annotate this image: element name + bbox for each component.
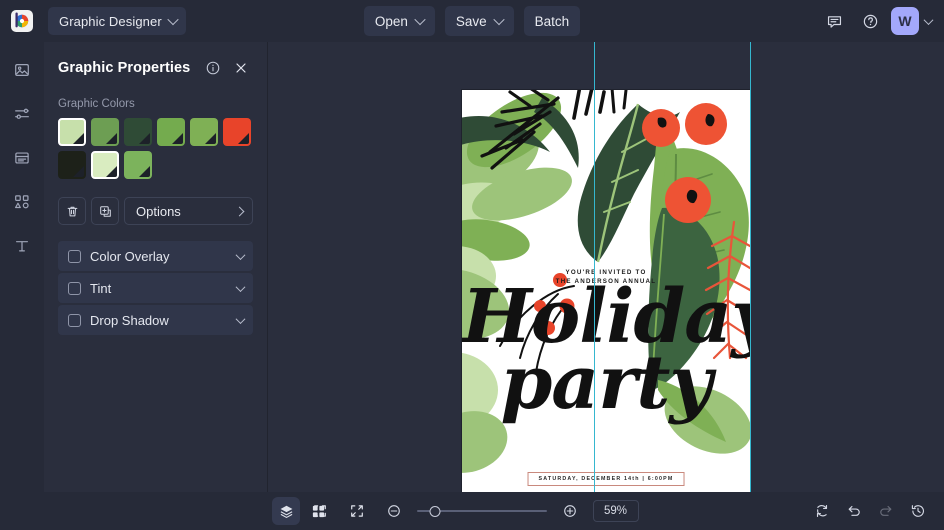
canvas-viewport[interactable]: YOU'RE INVITED TO THE ANDERSON ANNUAL Ho… <box>268 42 944 492</box>
trash-icon[interactable] <box>58 197 86 225</box>
graphic-colors-label: Graphic Colors <box>58 98 135 110</box>
color-swatch[interactable] <box>58 151 86 179</box>
sidebar-item-layout[interactable] <box>6 142 38 174</box>
tool-rail <box>0 42 44 492</box>
color-swatch[interactable] <box>124 151 152 179</box>
bottom-toolbar: 59% <box>0 492 944 530</box>
effect-tint[interactable]: Tint <box>58 273 253 303</box>
sidebar-item-text[interactable] <box>6 230 38 262</box>
panel-header: Graphic Properties <box>58 42 253 84</box>
top-toolbar-right: W <box>819 6 944 36</box>
save-button[interactable]: Save <box>444 6 514 36</box>
sidebar-item-adjustments[interactable] <box>6 98 38 130</box>
swatch-corner-icon <box>205 133 216 144</box>
history-icon[interactable] <box>904 497 932 525</box>
app-switcher-label: Graphic Designer <box>59 13 162 29</box>
color-wheel-logo-icon <box>11 10 33 32</box>
page-title: Graphic Properties <box>58 60 191 76</box>
canvas-guide-vertical <box>594 42 595 492</box>
zoom-level-value: 59% <box>603 505 628 517</box>
chevron-down-icon <box>235 313 246 324</box>
swatch-corner-icon <box>73 133 84 144</box>
swatch-corner-icon <box>106 166 117 177</box>
open-button-label: Open <box>374 13 408 29</box>
contract-icon[interactable] <box>343 497 371 525</box>
graphic-properties-panel: Graphic Properties Graphic Colors Option… <box>44 42 268 492</box>
chevron-down-icon <box>414 13 426 26</box>
chevron-down-icon <box>167 13 179 26</box>
history-controls <box>808 497 944 525</box>
effect-checkbox[interactable] <box>68 249 81 263</box>
main-body: Graphic Properties Graphic Colors Option… <box>0 42 944 492</box>
avatar-initial: W <box>898 13 912 29</box>
batch-button-label: Batch <box>534 13 570 29</box>
color-swatch[interactable] <box>190 118 218 146</box>
app-switcher[interactable]: Graphic Designer <box>48 7 186 35</box>
options-button-label: Options <box>136 203 181 219</box>
zoom-slider[interactable] <box>416 504 547 518</box>
chevron-down-icon <box>492 13 505 26</box>
effect-label: Drop Shadow <box>90 312 169 328</box>
canvas-guide-vertical <box>750 42 751 492</box>
event-date-box: SATURDAY, DECEMBER 14th | 6:00PM <box>527 472 685 486</box>
effect-label: Tint <box>90 280 112 296</box>
chevron-right-icon <box>234 206 245 216</box>
color-swatch[interactable] <box>223 118 251 146</box>
zoom-out-icon[interactable] <box>380 497 408 525</box>
swatch-corner-icon <box>238 133 249 144</box>
batch-button[interactable]: Batch <box>523 6 581 36</box>
panel-header-actions <box>201 56 253 80</box>
swatch-corner-icon <box>106 133 117 144</box>
chevron-down-icon <box>235 249 246 260</box>
redo-icon[interactable] <box>872 497 900 525</box>
account-chevron-down-icon[interactable] <box>923 14 934 25</box>
color-swatch[interactable] <box>157 118 185 146</box>
graphic-actions-row: Options <box>58 197 253 225</box>
info-icon[interactable] <box>201 56 225 80</box>
swatch-corner-icon <box>139 166 150 177</box>
color-swatch[interactable] <box>124 118 152 146</box>
zoom-slider-knob[interactable] <box>429 505 441 517</box>
color-swatch[interactable] <box>91 151 119 179</box>
effect-checkbox[interactable] <box>68 281 81 295</box>
layers-icon[interactable] <box>272 497 300 525</box>
color-swatch[interactable] <box>58 118 86 146</box>
options-button[interactable]: Options <box>124 197 253 225</box>
undo-icon[interactable] <box>840 497 868 525</box>
color-swatch-grid <box>58 118 253 179</box>
design-document[interactable]: YOU'RE INVITED TO THE ANDERSON ANNUAL Ho… <box>462 90 750 492</box>
top-toolbar: Graphic Designer Open Save Batch W <box>0 0 944 42</box>
effect-color-overlay[interactable]: Color Overlay <box>58 241 253 271</box>
effect-label: Color Overlay <box>90 248 170 264</box>
swatch-corner-icon <box>73 166 84 177</box>
effects-list: Color Overlay Tint Drop Shadow <box>58 241 253 335</box>
fit-to-screen-icon[interactable] <box>306 497 334 525</box>
close-icon[interactable] <box>229 56 253 80</box>
color-swatch[interactable] <box>91 118 119 146</box>
invitation-artwork <box>462 90 750 492</box>
chevron-down-icon <box>235 281 246 292</box>
swatch-corner-icon <box>139 133 150 144</box>
app-logo[interactable] <box>0 0 44 42</box>
effect-checkbox[interactable] <box>68 313 81 327</box>
save-button-label: Save <box>455 13 487 29</box>
feedback-icon[interactable] <box>819 6 849 36</box>
open-button[interactable]: Open <box>363 6 435 36</box>
app-root: Graphic Designer Open Save Batch W Graph… <box>0 0 944 530</box>
sidebar-item-shapes[interactable] <box>6 186 38 218</box>
bottom-toolbar-left <box>0 497 332 525</box>
zoom-level[interactable]: 59% <box>592 500 639 522</box>
swatch-corner-icon <box>172 133 183 144</box>
reset-icon[interactable] <box>808 497 836 525</box>
sidebar-item-image[interactable] <box>6 54 38 86</box>
effect-drop-shadow[interactable]: Drop Shadow <box>58 305 253 335</box>
duplicate-icon[interactable] <box>91 197 119 225</box>
avatar[interactable]: W <box>891 7 919 35</box>
zoom-in-icon[interactable] <box>556 497 584 525</box>
help-icon[interactable] <box>855 6 885 36</box>
